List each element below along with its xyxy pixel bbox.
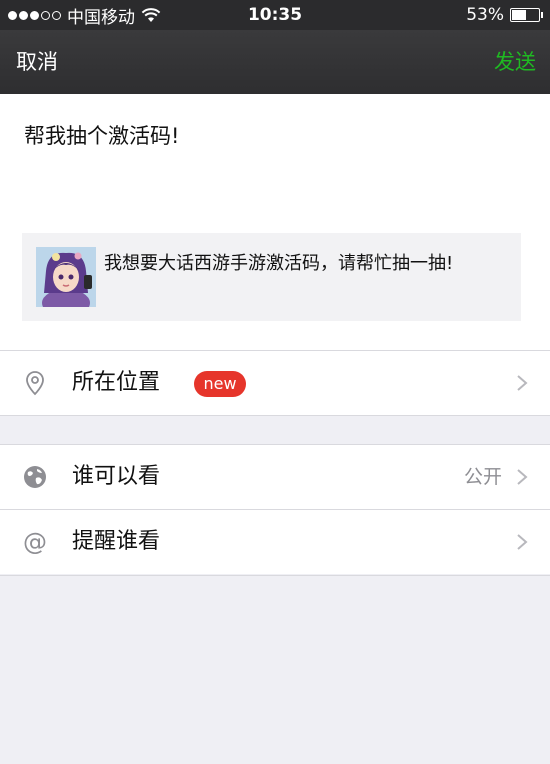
cancel-button[interactable]: 取消: [16, 30, 58, 94]
at-sign-icon: @: [23, 529, 47, 555]
navigation-bar: 取消 发送: [0, 30, 550, 94]
shared-link-thumbnail: [36, 247, 96, 307]
send-button[interactable]: 发送: [494, 30, 536, 94]
shared-link-card[interactable]: 我想要大话西游手游激活码，请帮忙抽一抽!: [22, 233, 521, 321]
chevron-right-icon: [517, 469, 528, 485]
location-row[interactable]: 所在位置 new: [0, 351, 550, 415]
carrier-name: 中国移动: [67, 7, 135, 28]
shared-link-text: 我想要大话西游手游激活码，请帮忙抽一抽!: [104, 253, 454, 274]
signal-strength-icon: [8, 10, 61, 20]
new-badge: new: [194, 371, 246, 397]
visibility-value: 公开: [463, 466, 502, 488]
svg-text:@: @: [23, 529, 47, 555]
remind-row[interactable]: @ 提醒谁看: [0, 510, 550, 574]
divider: [0, 415, 550, 416]
globe-icon: [24, 466, 46, 488]
wifi-icon: [141, 8, 161, 22]
status-bar: 中国移动 10:35 53%: [0, 0, 550, 30]
chevron-right-icon: [517, 375, 528, 391]
location-label: 所在位置: [72, 370, 161, 395]
divider: [0, 575, 550, 576]
post-text-input[interactable]: 帮我抽个激活码!: [24, 120, 179, 150]
battery-icon: [510, 8, 543, 22]
remind-label: 提醒谁看: [72, 529, 161, 554]
chevron-right-icon: [517, 534, 528, 550]
post-composer: 帮我抽个激活码! 我想要大话西游手游激活码，请帮忙抽一抽!: [0, 94, 550, 350]
visibility-row[interactable]: 谁可以看 公开: [0, 445, 550, 509]
location-pin-icon: [26, 371, 44, 396]
visibility-label: 谁可以看: [72, 464, 161, 489]
battery-percent: 53%: [466, 5, 504, 25]
